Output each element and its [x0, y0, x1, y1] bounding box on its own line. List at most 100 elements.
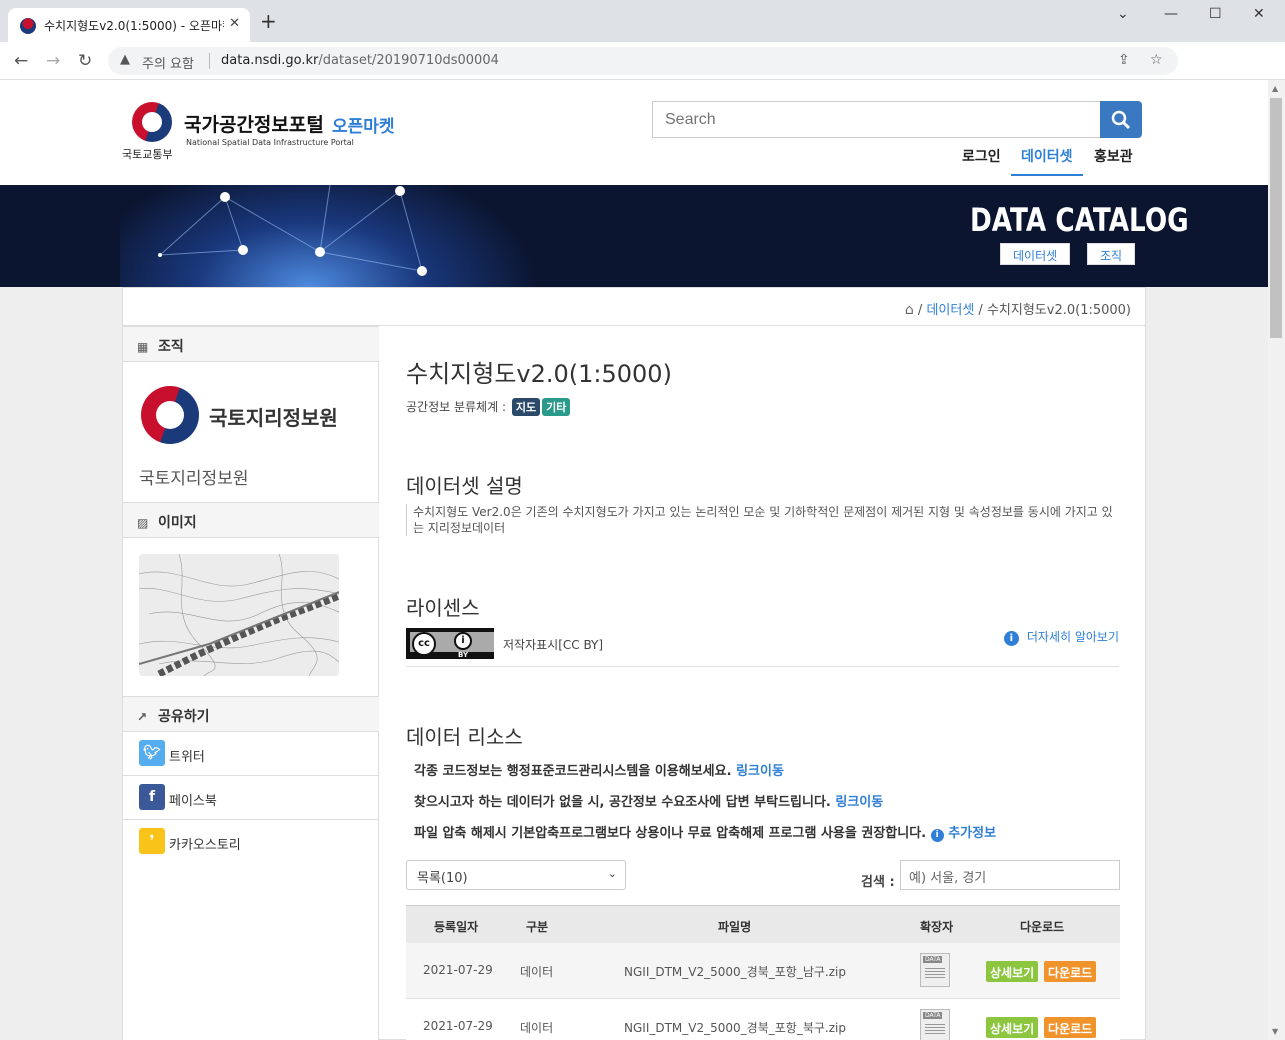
omnibox[interactable]: ▲ 주의 요함 data.nsdi.go.kr/dataset/20190710… [108, 47, 1178, 75]
download-button[interactable]: 다운로드 [1044, 1017, 1097, 1038]
org-logo[interactable]: 국토지리정보원 [141, 386, 341, 446]
note-survey: 찾으시고자 하는 데이터가 없을 시, 공간정보 수요조사에 답변 부탁드립니다… [414, 791, 883, 810]
detail-button[interactable]: 상세보기 [986, 1017, 1039, 1038]
dataset-description: 수치지형도 Ver2.0은 기존의 수치지형도가 가지고 있는 논리적인 모순 … [406, 504, 1119, 536]
scroll-up-icon[interactable]: ▲ [1272, 84, 1278, 93]
table-row: 2021-07-29 데이터 NGII_DTM_V2_5000_경북_포항_북구… [406, 999, 1120, 1040]
banner-title: DATA CATALOG [970, 201, 1189, 239]
dataset-main: 수치지형도v2.0(1:5000) 공간정보 분류체계 : 지도 기타 데이터셋 … [406, 326, 1121, 1040]
site-logo[interactable]: 국토교통부 국가공간정보포털 오픈마켓 National Spatial Dat… [122, 102, 412, 162]
row-filename: NGII_DTM_V2_5000_경북_포항_남구.zip [624, 965, 846, 979]
data-file-icon [920, 1009, 950, 1040]
scroll-down-icon[interactable]: ▼ [1272, 1027, 1278, 1036]
col-download: 다운로드 [1020, 920, 1065, 934]
share-twitter[interactable]: 🐦︎ 트위터 [123, 732, 379, 776]
org-logo-text: 국토지리정보원 [209, 406, 338, 430]
site-header: 국토교통부 국가공간정보포털 오픈마켓 National Spatial Dat… [0, 80, 1268, 185]
info-icon: i [930, 829, 944, 842]
banner-dataset-button[interactable]: 데이터셋 [1000, 243, 1071, 265]
table-header: 등록일자 구분 파일명 확장자 다운로드 [406, 905, 1120, 943]
row-type: 데이터 [520, 965, 554, 979]
breadcrumb-dataset[interactable]: 데이터셋 [926, 303, 974, 318]
attribution-icon: i [454, 632, 472, 650]
site-search-input[interactable] [652, 101, 1102, 138]
resource-search-label: 검색 : [861, 875, 895, 890]
share-heading: ↗ 공유하기 [123, 696, 379, 732]
window-close-icon[interactable]: ✕ [1253, 6, 1265, 22]
col-date[interactable]: 등록일자 [434, 918, 478, 935]
row-date: 2021-07-29 [423, 1019, 493, 1033]
new-tab-button[interactable]: + [260, 11, 277, 31]
nav-dataset[interactable]: 데이터셋 [1011, 146, 1083, 176]
security-label[interactable]: 주의 요함 [142, 53, 194, 72]
forward-icon[interactable]: → [46, 51, 60, 71]
tag-map[interactable]: 지도 [511, 398, 541, 416]
url-host: data.nsdi.go.kr [221, 53, 319, 68]
minimize-icon[interactable]: — [1164, 6, 1178, 22]
url-text[interactable]: data.nsdi.go.kr/dataset/20190710ds00004 [221, 53, 499, 68]
note-code-info: 각종 코드정보는 행정표준코드관리시스템을 이용해보세요. 링크이동 [414, 760, 784, 779]
cc-by-badge: cc i BY [406, 628, 494, 659]
col-file[interactable]: 파일명 [718, 918, 751, 935]
note-link[interactable]: 링크이동 [835, 795, 883, 810]
download-button[interactable]: 다운로드 [1044, 961, 1097, 982]
tab-search-icon[interactable]: ⌄ [1117, 6, 1129, 22]
share-kakaostory-label: 카카오스토리 [169, 838, 241, 853]
back-icon[interactable]: ← [14, 51, 28, 71]
list-count-select[interactable]: 목록(10) ⌄ [406, 860, 626, 890]
org-name[interactable]: 국토지리정보원 [139, 464, 248, 489]
banner-org-button[interactable]: 조직 [1087, 243, 1136, 265]
share-facebook[interactable]: f 페이스북 [123, 776, 379, 820]
nav-pr[interactable]: 홍보관 [1094, 146, 1133, 166]
vertical-scrollbar[interactable]: ▲ ▼ [1268, 80, 1285, 1040]
license-heading: 라이센스 [406, 596, 480, 620]
tab-close-icon[interactable]: ✕ [229, 16, 240, 31]
table-row: 2021-07-29 데이터 NGII_DTM_V2_5000_경북_포항_남구… [406, 943, 1120, 999]
bookmark-star-icon[interactable]: ☆ [1150, 52, 1163, 68]
nav-login[interactable]: 로그인 [962, 146, 1001, 166]
url-path: /dataset/20190710ds00004 [318, 53, 499, 68]
address-bar: ← → ↻ ▲ 주의 요함 data.nsdi.go.kr/dataset/20… [0, 42, 1285, 116]
detail-button[interactable]: 상세보기 [986, 961, 1039, 982]
site-search-button[interactable] [1100, 101, 1142, 138]
dataset-thumbnail[interactable] [139, 554, 339, 676]
tag-etc[interactable]: 기타 [542, 398, 571, 416]
tab-title: 수치지형도v2.0(1:5000) - 오픈마켓 [44, 19, 224, 33]
chevron-down-icon: ⌄ [607, 867, 617, 880]
reload-icon[interactable]: ↻ [78, 51, 92, 71]
portal-name: 국가공간정보포털 [184, 114, 324, 136]
dataset-title: 수치지형도v2.0(1:5000) [406, 360, 672, 388]
browser-tab[interactable]: 수치지형도v2.0(1:5000) - 오픈마켓 ✕ [8, 8, 250, 42]
home-icon[interactable]: ⌂ [905, 302, 914, 318]
cc-icon: cc [412, 632, 436, 656]
omnibox-divider [209, 53, 210, 69]
topo-map-image [139, 554, 339, 676]
note-more-link[interactable]: i 추가정보 [930, 826, 996, 842]
license-more-text: 더자세히 알아보기 [1026, 630, 1119, 644]
content-container: ⌂ / 데이터셋 / 수치지형도v2.0(1:5000) ▦ 조직 국토지리정보원… [122, 287, 1146, 1040]
image-heading: ▨ 이미지 [123, 502, 379, 538]
share-twitter-label: 트위터 [169, 750, 205, 765]
classification-label: 공간정보 분류체계 : [406, 400, 506, 414]
share-facebook-label: 페이스북 [169, 794, 217, 809]
warning-icon[interactable]: ▲ [120, 52, 130, 67]
share-kakaostory[interactable]: ❜ 카카오스토리 [123, 820, 379, 864]
scroll-thumb[interactable] [1270, 98, 1282, 338]
building-icon: ▦ [137, 340, 149, 354]
share-page-icon[interactable]: ⇪ [1118, 52, 1130, 68]
site-search [652, 101, 1142, 138]
license-more-link[interactable]: i 더자세히 알아보기 [1003, 628, 1119, 646]
note-link[interactable]: 링크이동 [736, 764, 784, 779]
open-market-label: 오픈마켓 [332, 117, 395, 137]
share-heading-text: 공유하기 [158, 709, 210, 725]
maximize-icon[interactable]: ☐ [1209, 6, 1222, 22]
portal-subtitle: National Spatial Data Infrastructure Por… [186, 138, 354, 147]
note-text: 각종 코드정보는 행정표준코드관리시스템을 이용해보세요. [414, 764, 732, 779]
org-emblem-icon [141, 386, 199, 444]
resource-search-input[interactable]: 예) 서울, 경기 [900, 860, 1120, 890]
col-ext[interactable]: 확장자 [920, 918, 953, 935]
note-text: 파일 압축 해제시 기본압축프로그램보다 상용이나 무료 압축해제 프로그램 사… [414, 826, 927, 841]
col-type[interactable]: 구분 [526, 918, 548, 935]
catalog-banner: DATA CATALOG 데이터셋 조직 [0, 185, 1268, 287]
sidebar: ▦ 조직 국토지리정보원 국토지리정보원 ▨ 이미지 ↗ 공유하기 🐦︎ 트위터… [123, 326, 379, 1040]
